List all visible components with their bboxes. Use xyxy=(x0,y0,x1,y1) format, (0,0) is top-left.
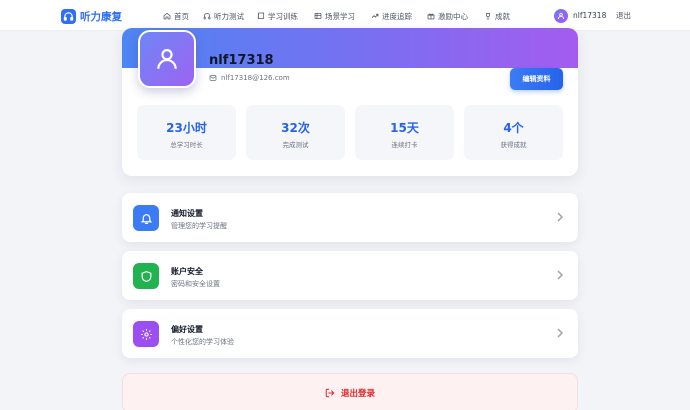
headphones-icon xyxy=(61,8,76,24)
profile-card: nlf17318 nlf17318@126.com 编辑资料 23小时 总学习时… xyxy=(122,28,578,176)
stat-value: 4个 xyxy=(503,121,524,135)
logout-button[interactable]: 退出登录 xyxy=(122,373,578,410)
stat-card: 15天 连续打卡 xyxy=(355,105,454,160)
book-icon xyxy=(257,12,265,20)
nav-item-label: 场景学习 xyxy=(325,11,355,21)
settings-item-preferences[interactable]: 偏好设置 个性化您的学习体验 xyxy=(122,309,578,358)
nav-item-home[interactable]: 首页 xyxy=(163,10,189,22)
stat-card: 32次 完成测试 xyxy=(246,105,345,160)
stat-value: 23小时 xyxy=(166,121,207,135)
stat-label: 获得成就 xyxy=(500,141,527,149)
gear-icon xyxy=(133,321,159,347)
settings-item-description: 管理您的学习提醒 xyxy=(171,222,227,230)
stat-value: 15天 xyxy=(390,121,419,135)
nav-item-label: 激励中心 xyxy=(438,11,468,21)
home-icon xyxy=(163,12,171,20)
brand-name: 听力康复 xyxy=(80,10,122,23)
stat-card: 4个 获得成就 xyxy=(464,105,563,160)
chevron-right-icon xyxy=(557,212,564,222)
settings-item-title: 偏好设置 xyxy=(171,325,203,334)
stat-label: 连续打卡 xyxy=(391,141,418,149)
nav-item-label: 进度追踪 xyxy=(382,11,412,21)
settings-item-account-security[interactable]: 账户安全 密码和安全设置 xyxy=(122,251,578,300)
chevron-right-icon xyxy=(557,270,564,280)
nav-item-incentive-center[interactable]: 激励中心 xyxy=(427,10,468,22)
nav-item-label: 学习训练 xyxy=(268,11,298,21)
gift-icon xyxy=(427,13,435,20)
stat-label: 总学习时长 xyxy=(170,141,203,149)
edit-profile-button[interactable]: 编辑资料 xyxy=(510,68,563,90)
settings-item-title: 账户安全 xyxy=(171,267,203,276)
stat-value: 32次 xyxy=(281,121,310,135)
profile-avatar xyxy=(138,30,196,88)
chevron-right-icon xyxy=(557,328,564,338)
settings-item-notifications[interactable]: 通知设置 管理您的学习提醒 xyxy=(122,193,578,242)
scene-icon xyxy=(314,12,322,20)
logout-icon xyxy=(325,388,335,398)
nav-item-label: 首页 xyxy=(174,11,189,21)
nav-item-hearing-test[interactable]: 听力测试 xyxy=(203,10,244,22)
headphones-icon xyxy=(203,13,211,20)
nav-item-scene-learning[interactable]: 场景学习 xyxy=(314,10,355,22)
profile-email: nlf17318@126.com xyxy=(209,72,290,83)
bell-icon xyxy=(133,205,159,231)
nav-item-label: 听力测试 xyxy=(214,11,244,21)
nav-item-label: 成就 xyxy=(495,11,510,21)
logout-link[interactable]: 退出 xyxy=(616,10,631,21)
trend-icon xyxy=(371,13,379,18)
mail-icon xyxy=(209,74,217,81)
stat-card: 23小时 总学习时长 xyxy=(137,105,236,160)
trophy-icon xyxy=(485,12,491,20)
username: nlf17318 xyxy=(573,11,607,20)
settings-item-description: 密码和安全设置 xyxy=(171,280,220,288)
user-icon xyxy=(157,49,177,69)
brand-logo-link[interactable]: 听力康复 xyxy=(61,8,122,24)
settings-item-description: 个性化您的学习体验 xyxy=(171,338,234,346)
user-menu[interactable]: nlf17318 xyxy=(554,8,606,23)
profile-email-text: nlf17318@126.com xyxy=(221,73,290,82)
top-navigation-bar: 听力康复 首页 听力测试 学习训练 场景学习 进度追踪 激励中心 成就 nlf1… xyxy=(0,0,690,31)
nav-item-progress[interactable]: 进度追踪 xyxy=(371,10,412,22)
avatar xyxy=(554,8,568,23)
settings-item-title: 通知设置 xyxy=(171,209,203,218)
nav-item-training[interactable]: 学习训练 xyxy=(257,10,298,22)
nav-item-achievements[interactable]: 成就 xyxy=(484,10,510,22)
profile-name: nlf17318 xyxy=(209,53,274,68)
stat-label: 完成测试 xyxy=(282,141,309,149)
shield-icon xyxy=(133,263,159,289)
logout-button-label: 退出登录 xyxy=(340,389,375,399)
